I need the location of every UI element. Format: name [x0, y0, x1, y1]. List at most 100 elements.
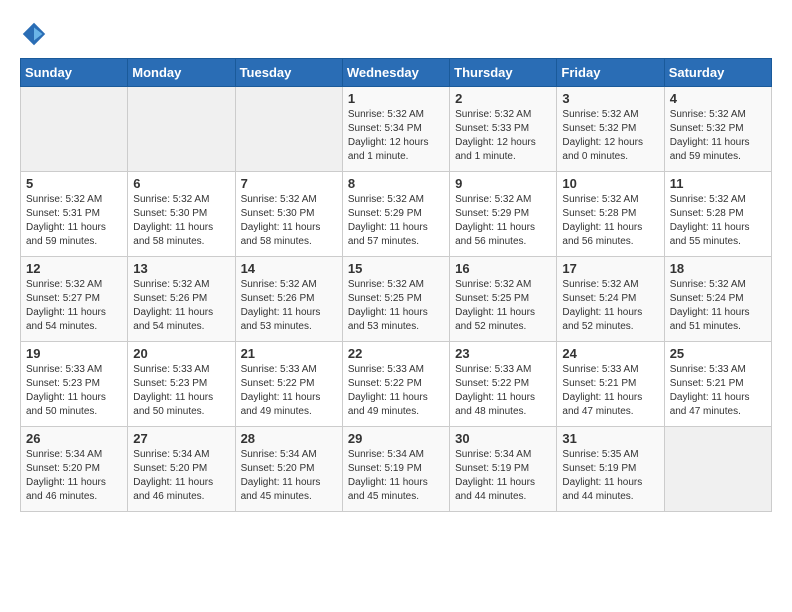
- calendar-cell: [21, 87, 128, 172]
- day-info: Sunrise: 5:34 AM Sunset: 5:19 PM Dayligh…: [455, 448, 551, 504]
- day-number: 26: [26, 431, 122, 446]
- logo-icon: [20, 20, 48, 48]
- day-number: 2: [455, 91, 551, 106]
- logo: [20, 20, 52, 48]
- day-number: 5: [26, 176, 122, 191]
- day-info: Sunrise: 5:32 AM Sunset: 5:32 PM Dayligh…: [670, 108, 766, 164]
- day-info: Sunrise: 5:32 AM Sunset: 5:26 PM Dayligh…: [133, 278, 229, 334]
- calendar-cell: [128, 87, 235, 172]
- calendar-cell: 4Sunrise: 5:32 AM Sunset: 5:32 PM Daylig…: [664, 87, 771, 172]
- calendar-cell: 5 Sunrise: 5:32 AM Sunset: 5:31 PM Daylig…: [21, 172, 128, 257]
- calendar-cell: 14 Sunrise: 5:32 AM Sunset: 5:26 PM Dayli…: [235, 257, 342, 342]
- calendar-cell: 15 Sunrise: 5:32 AM Sunset: 5:25 PM Dayli…: [342, 257, 449, 342]
- day-number: 12: [26, 261, 122, 276]
- day-number: 19: [26, 346, 122, 361]
- day-number: 11: [670, 176, 766, 191]
- calendar-table: SundayMondayTuesdayWednesdayThursdayFrid…: [20, 58, 772, 512]
- day-info: Sunrise: 5:32 AM Sunset: 5:31 PM Dayligh…: [26, 193, 122, 249]
- day-number: 24: [562, 346, 658, 361]
- day-info: Sunrise: 5:33 AM Sunset: 5:23 PM Dayligh…: [26, 363, 122, 419]
- header-monday: Monday: [128, 59, 235, 87]
- day-info: Sunrise: 5:32 AM Sunset: 5:24 PM Dayligh…: [670, 278, 766, 334]
- day-number: 29: [348, 431, 444, 446]
- calendar-cell: 12 Sunrise: 5:32 AM Sunset: 5:27 PM Dayli…: [21, 257, 128, 342]
- calendar-cell: 11Sunrise: 5:32 AM Sunset: 5:28 PM Dayli…: [664, 172, 771, 257]
- calendar-cell: 28 Sunrise: 5:34 AM Sunset: 5:20 PM Dayli…: [235, 427, 342, 512]
- day-info: Sunrise: 5:32 AM Sunset: 5:25 PM Dayligh…: [455, 278, 551, 334]
- calendar-cell: 13 Sunrise: 5:32 AM Sunset: 5:26 PM Dayli…: [128, 257, 235, 342]
- day-number: 28: [241, 431, 337, 446]
- day-info: Sunrise: 5:32 AM Sunset: 5:29 PM Dayligh…: [455, 193, 551, 249]
- calendar-cell: [664, 427, 771, 512]
- calendar-week-2: 12 Sunrise: 5:32 AM Sunset: 5:27 PM Dayli…: [21, 257, 772, 342]
- calendar-cell: 2 Sunrise: 5:32 AM Sunset: 5:33 PM Daylig…: [450, 87, 557, 172]
- header-friday: Friday: [557, 59, 664, 87]
- day-info: Sunrise: 5:32 AM Sunset: 5:26 PM Dayligh…: [241, 278, 337, 334]
- calendar-week-3: 19 Sunrise: 5:33 AM Sunset: 5:23 PM Dayli…: [21, 342, 772, 427]
- calendar-cell: 20Sunrise: 5:33 AM Sunset: 5:23 PM Dayli…: [128, 342, 235, 427]
- day-number: 10: [562, 176, 658, 191]
- day-info: Sunrise: 5:34 AM Sunset: 5:20 PM Dayligh…: [241, 448, 337, 504]
- day-info: Sunrise: 5:32 AM Sunset: 5:28 PM Dayligh…: [562, 193, 658, 249]
- calendar-cell: 10 Sunrise: 5:32 AM Sunset: 5:28 PM Dayli…: [557, 172, 664, 257]
- day-number: 14: [241, 261, 337, 276]
- day-info: Sunrise: 5:33 AM Sunset: 5:21 PM Dayligh…: [670, 363, 766, 419]
- day-info: Sunrise: 5:33 AM Sunset: 5:22 PM Dayligh…: [241, 363, 337, 419]
- page-header: [20, 20, 772, 48]
- day-number: 18: [670, 261, 766, 276]
- day-info: Sunrise: 5:32 AM Sunset: 5:33 PM Dayligh…: [455, 108, 551, 164]
- day-info: Sunrise: 5:34 AM Sunset: 5:20 PM Dayligh…: [133, 448, 229, 504]
- day-number: 3: [562, 91, 658, 106]
- calendar-cell: 18 Sunrise: 5:32 AM Sunset: 5:24 PM Dayli…: [664, 257, 771, 342]
- calendar-cell: 31 Sunrise: 5:35 AM Sunset: 5:19 PM Dayli…: [557, 427, 664, 512]
- header-tuesday: Tuesday: [235, 59, 342, 87]
- day-info: Sunrise: 5:32 AM Sunset: 5:24 PM Dayligh…: [562, 278, 658, 334]
- calendar-cell: 1 Sunrise: 5:32 AM Sunset: 5:34 PM Daylig…: [342, 87, 449, 172]
- header-wednesday: Wednesday: [342, 59, 449, 87]
- calendar-cell: 30 Sunrise: 5:34 AM Sunset: 5:19 PM Dayli…: [450, 427, 557, 512]
- day-number: 7: [241, 176, 337, 191]
- calendar-week-4: 26 Sunrise: 5:34 AM Sunset: 5:20 PM Dayli…: [21, 427, 772, 512]
- day-number: 31: [562, 431, 658, 446]
- day-info: Sunrise: 5:32 AM Sunset: 5:34 PM Dayligh…: [348, 108, 444, 164]
- day-number: 21: [241, 346, 337, 361]
- calendar-week-0: 1 Sunrise: 5:32 AM Sunset: 5:34 PM Daylig…: [21, 87, 772, 172]
- day-info: Sunrise: 5:32 AM Sunset: 5:30 PM Dayligh…: [133, 193, 229, 249]
- day-info: Sunrise: 5:32 AM Sunset: 5:32 PM Dayligh…: [562, 108, 658, 164]
- day-info: Sunrise: 5:33 AM Sunset: 5:23 PM Dayligh…: [133, 363, 229, 419]
- day-number: 15: [348, 261, 444, 276]
- calendar-cell: 24 Sunrise: 5:33 AM Sunset: 5:21 PM Dayli…: [557, 342, 664, 427]
- calendar-cell: 9 Sunrise: 5:32 AM Sunset: 5:29 PM Daylig…: [450, 172, 557, 257]
- day-number: 22: [348, 346, 444, 361]
- calendar-cell: 29Sunrise: 5:34 AM Sunset: 5:19 PM Dayli…: [342, 427, 449, 512]
- calendar-cell: 17Sunrise: 5:32 AM Sunset: 5:24 PM Dayli…: [557, 257, 664, 342]
- calendar-cell: 26Sunrise: 5:34 AM Sunset: 5:20 PM Dayli…: [21, 427, 128, 512]
- day-number: 1: [348, 91, 444, 106]
- day-info: Sunrise: 5:32 AM Sunset: 5:30 PM Dayligh…: [241, 193, 337, 249]
- day-number: 13: [133, 261, 229, 276]
- day-info: Sunrise: 5:33 AM Sunset: 5:22 PM Dayligh…: [348, 363, 444, 419]
- day-info: Sunrise: 5:32 AM Sunset: 5:25 PM Dayligh…: [348, 278, 444, 334]
- header-sunday: Sunday: [21, 59, 128, 87]
- calendar-cell: [235, 87, 342, 172]
- day-number: 8: [348, 176, 444, 191]
- day-info: Sunrise: 5:32 AM Sunset: 5:29 PM Dayligh…: [348, 193, 444, 249]
- day-number: 9: [455, 176, 551, 191]
- day-info: Sunrise: 5:35 AM Sunset: 5:19 PM Dayligh…: [562, 448, 658, 504]
- header-thursday: Thursday: [450, 59, 557, 87]
- day-number: 16: [455, 261, 551, 276]
- day-number: 25: [670, 346, 766, 361]
- calendar-cell: 25 Sunrise: 5:33 AM Sunset: 5:21 PM Dayli…: [664, 342, 771, 427]
- header-saturday: Saturday: [664, 59, 771, 87]
- day-number: 23: [455, 346, 551, 361]
- calendar-cell: 3 Sunrise: 5:32 AM Sunset: 5:32 PM Daylig…: [557, 87, 664, 172]
- calendar-cell: 8 Sunrise: 5:32 AM Sunset: 5:29 PM Daylig…: [342, 172, 449, 257]
- day-number: 30: [455, 431, 551, 446]
- calendar-week-1: 5 Sunrise: 5:32 AM Sunset: 5:31 PM Daylig…: [21, 172, 772, 257]
- day-info: Sunrise: 5:33 AM Sunset: 5:22 PM Dayligh…: [455, 363, 551, 419]
- day-info: Sunrise: 5:32 AM Sunset: 5:27 PM Dayligh…: [26, 278, 122, 334]
- calendar-cell: 19 Sunrise: 5:33 AM Sunset: 5:23 PM Dayli…: [21, 342, 128, 427]
- calendar-cell: 6Sunrise: 5:32 AM Sunset: 5:30 PM Daylig…: [128, 172, 235, 257]
- calendar-cell: 21 Sunrise: 5:33 AM Sunset: 5:22 PM Dayli…: [235, 342, 342, 427]
- day-info: Sunrise: 5:33 AM Sunset: 5:21 PM Dayligh…: [562, 363, 658, 419]
